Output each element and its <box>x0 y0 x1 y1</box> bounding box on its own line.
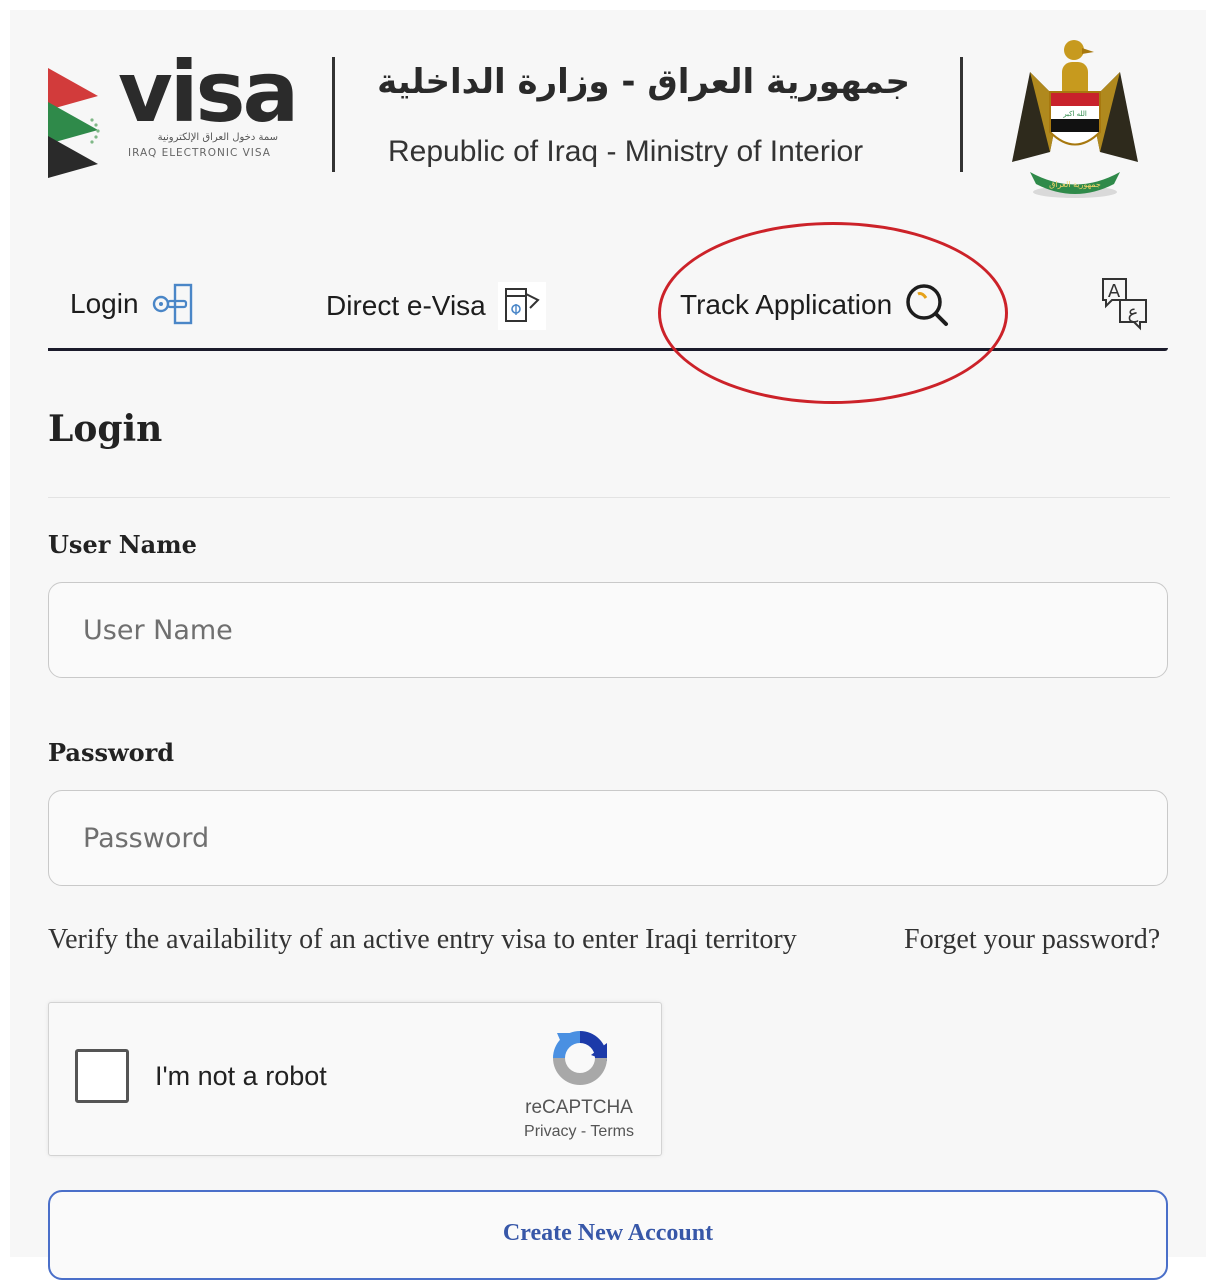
visa-logo[interactable]: visa سمة دخول العراق الإلكترونية IRAQ EL… <box>48 50 299 180</box>
tab-direct-evisa[interactable]: Direct e-Visa <box>326 282 546 330</box>
username-label: User Name <box>48 530 197 559</box>
tab-track-application[interactable]: Track Application <box>680 282 950 328</box>
main-tabs: Login Direct e-Visa Track Application A … <box>48 272 1170 362</box>
tab-direct-evisa-label: Direct e-Visa <box>326 290 486 321</box>
logo-subtitle-ar: سمة دخول العراق الإلكترونية <box>157 132 278 143</box>
iraq-eagle-emblem-icon: الله اكبر جمهورية العراق <box>1012 40 1138 198</box>
create-account-button[interactable]: Create New Account <box>48 1190 1168 1280</box>
logo-subtitle-en: IRAQ ELECTRONIC VISA <box>128 147 271 159</box>
svg-text:ع: ع <box>1128 302 1139 323</box>
svg-text:الله اكبر: الله اكبر <box>1062 110 1087 118</box>
passport-document-icon <box>497 282 546 330</box>
government-title-ar: جمهورية العراق - وزارة الداخلية <box>377 62 910 102</box>
recaptcha-widget: I'm not a robot reCAPTCHA Privacy - Term… <box>48 1002 662 1156</box>
recaptcha-logo-icon <box>553 1031 607 1085</box>
language-toggle-icon: A ع <box>1102 278 1147 331</box>
svg-text:جمهورية العراق: جمهورية العراق <box>1049 180 1101 189</box>
header-divider <box>332 57 335 172</box>
page: visa سمة دخول العراق الإلكترونية IRAQ EL… <box>10 10 1206 1280</box>
search-icon <box>906 284 949 326</box>
recaptcha-label: I'm not a robot <box>155 1061 327 1091</box>
forgot-password-link[interactable]: Forget your password? <box>904 924 1160 956</box>
recaptcha-brand: reCAPTCHA <box>525 1097 633 1118</box>
password-input[interactable] <box>48 790 1168 886</box>
username-input[interactable] <box>48 582 1168 678</box>
tab-login-label: Login <box>70 288 139 319</box>
language-toggle-button[interactable]: A ع <box>1100 276 1150 332</box>
header-divider <box>960 57 963 172</box>
government-title-en: Republic of Iraq - Ministry of Interior <box>388 135 864 168</box>
tab-track-application-label: Track Application <box>680 289 893 320</box>
page-title: Login <box>48 408 163 450</box>
recaptcha-checkbox[interactable] <box>75 1049 129 1103</box>
key-login-icon <box>152 283 192 325</box>
svg-text:A: A <box>1108 281 1121 302</box>
recaptcha-privacy-terms-link[interactable]: Privacy - Terms <box>469 1123 689 1141</box>
verify-visa-link[interactable]: Verify the availability of an active ent… <box>48 924 797 956</box>
tab-login[interactable]: Login <box>70 282 195 326</box>
password-label: Password <box>48 738 175 767</box>
tabs-underline <box>48 348 1168 351</box>
divider <box>48 497 1170 498</box>
logo-wordmark: visa <box>118 43 299 141</box>
visa-arrows-logo-icon <box>48 68 100 178</box>
